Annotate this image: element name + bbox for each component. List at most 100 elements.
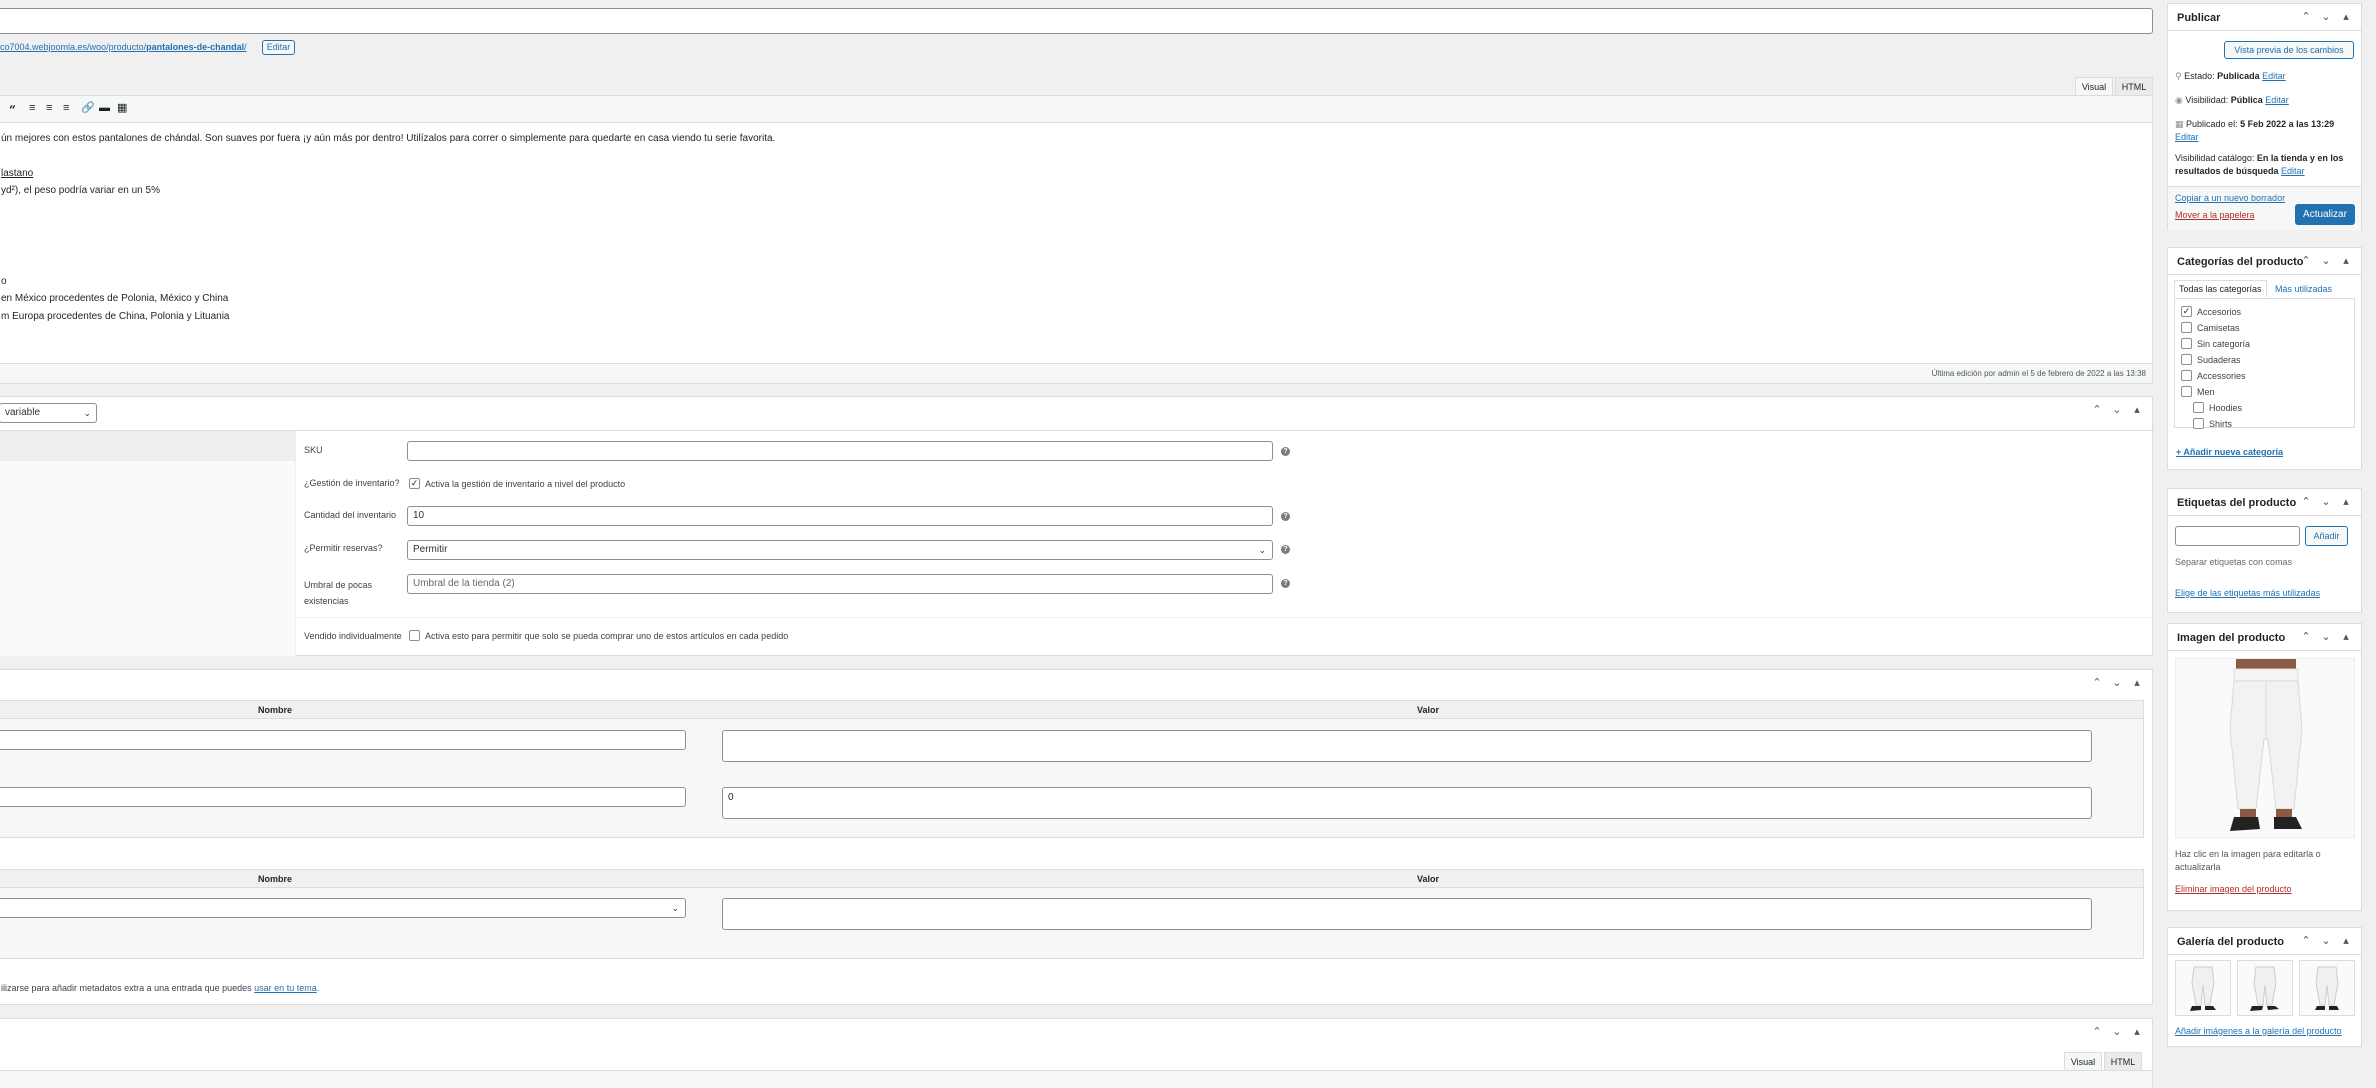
help-icon[interactable]: ? [1281, 512, 1290, 521]
trash-link[interactable]: Mover a la papelera [2175, 210, 2255, 220]
tab-most-used[interactable]: Más utilizadas [2275, 284, 2332, 294]
date-edit-link[interactable]: Editar [2175, 132, 2199, 142]
move-down-icon[interactable]: ⌄ [2319, 254, 2333, 267]
editor-line-3[interactable]: yd²), el peso podría variar en un 5% [1, 185, 160, 196]
category-checkbox[interactable]: ✓ [2181, 306, 2192, 317]
move-down-icon[interactable]: ⌄ [2110, 676, 2124, 689]
move-up-icon[interactable]: ⌃ [2090, 403, 2104, 416]
sku-input[interactable] [407, 441, 1273, 461]
sold-individually-checkbox[interactable] [409, 630, 420, 641]
move-down-icon[interactable]: ⌄ [2110, 403, 2124, 416]
help-icon[interactable]: ? [1281, 545, 1290, 554]
preview-changes-button[interactable]: Vista previa de los cambios [2224, 41, 2354, 59]
blockquote-icon[interactable]: “ [9, 103, 16, 117]
low-stock-input[interactable]: Umbral de la tienda (2) [407, 574, 1273, 594]
move-down-icon[interactable]: ⌄ [2319, 934, 2333, 947]
permalink-edit-button[interactable]: Editar [262, 40, 295, 55]
manage-stock-checkbox[interactable]: ✓ [409, 478, 420, 489]
catalog-edit-link[interactable]: Editar [2281, 166, 2305, 176]
custom-field-key-select[interactable]: ⌄ [0, 898, 686, 918]
link-icon[interactable]: 🔗 [81, 101, 95, 114]
content-editor: “ ≡ ≡ ≡ 🔗 ▬ ▦ ún mejores con estos panta… [0, 95, 2153, 384]
align-left-icon[interactable]: ≡ [29, 102, 35, 114]
product-image[interactable] [2175, 658, 2355, 838]
short-desc-tab-html[interactable]: HTML [2104, 1052, 2142, 1070]
category-checkbox[interactable] [2181, 354, 2192, 365]
custom-field-value-textarea[interactable] [722, 730, 2092, 762]
toolbar-toggle-icon[interactable]: ▦ [117, 101, 127, 114]
move-up-icon[interactable]: ⌃ [2299, 10, 2313, 23]
stock-qty-input[interactable]: 10 [407, 506, 1273, 526]
collapse-icon[interactable]: ▴ [2130, 403, 2144, 416]
category-checkbox[interactable] [2193, 402, 2204, 413]
add-gallery-images-link[interactable]: Añadir imágenes a la galería del product… [2175, 1026, 2342, 1036]
short-desc-tab-visual[interactable]: Visual [2064, 1052, 2102, 1070]
choose-tags-link[interactable]: Elige de las etiquetas más utilizadas [2175, 588, 2320, 598]
move-up-icon[interactable]: ⌃ [2299, 254, 2313, 267]
collapse-icon[interactable]: ▴ [2130, 1025, 2144, 1038]
status-row: ⚲ Estado: Publicada Editar [2175, 71, 2286, 81]
help-icon[interactable]: ? [1281, 579, 1290, 588]
move-up-icon[interactable]: ⌃ [2090, 676, 2104, 689]
collapse-icon[interactable]: ▴ [2130, 676, 2144, 689]
collapse-icon[interactable]: ▴ [2339, 934, 2353, 947]
tab-all-categories[interactable]: Todas las categorías [2174, 280, 2267, 297]
move-up-icon[interactable]: ⌃ [2299, 495, 2313, 508]
add-tag-button[interactable]: Añadir [2305, 526, 2348, 546]
editor-tab-html[interactable]: HTML [2115, 77, 2153, 95]
editor-line-1[interactable]: ún mejores con estos pantalones de chánd… [1, 133, 775, 144]
new-tag-input[interactable] [2175, 526, 2300, 546]
move-up-icon[interactable]: ⌃ [2090, 1025, 2104, 1038]
category-checkbox[interactable] [2181, 370, 2192, 381]
product-type-select[interactable]: variable ⌄ [0, 403, 97, 423]
collapse-icon[interactable]: ▴ [2339, 254, 2353, 267]
gallery-thumbnail[interactable] [2175, 960, 2231, 1016]
categories-box: Categorías del producto ⌃ ⌄ ▴ Todas las … [2167, 247, 2362, 470]
permalink-link[interactable]: co7004.webjoomla.es/woo/producto/pantalo… [0, 42, 247, 52]
category-checkbox[interactable] [2181, 322, 2192, 333]
align-center-icon[interactable]: ≡ [46, 102, 52, 114]
category-checkbox[interactable] [2181, 338, 2192, 349]
move-down-icon[interactable]: ⌄ [2319, 630, 2333, 643]
editor-line-4[interactable]: o [1, 276, 7, 287]
category-checkbox[interactable] [2181, 386, 2192, 397]
read-more-icon[interactable]: ▬ [99, 102, 110, 114]
custom-field-new-value[interactable] [722, 898, 2092, 930]
editor-line-2[interactable]: lastano [1, 168, 33, 179]
move-down-icon[interactable]: ⌄ [2110, 1025, 2124, 1038]
published-date-row: ▦ Publicado el: 5 Feb 2022 a las 13:29 E… [2175, 119, 2335, 142]
gallery-thumbnail[interactable] [2237, 960, 2293, 1016]
chevron-down-icon: ⌄ [83, 408, 91, 418]
align-right-icon[interactable]: ≡ [63, 102, 69, 114]
move-down-icon[interactable]: ⌄ [2319, 10, 2333, 23]
backorders-select[interactable]: Permitir ⌄ [407, 540, 1273, 560]
pin-icon: ⚲ [2175, 71, 2182, 81]
collapse-icon[interactable]: ▴ [2339, 630, 2353, 643]
custom-fields-table: Nombre Valor 0 [0, 700, 2144, 838]
editor-line-5[interactable]: en México procedentes de Polonia, México… [1, 293, 228, 304]
add-new-category-link[interactable]: + Añadir nueva categoría [2176, 447, 2283, 457]
tab-inventory-active[interactable] [0, 431, 296, 461]
move-up-icon[interactable]: ⌃ [2299, 630, 2313, 643]
collapse-icon[interactable]: ▴ [2339, 10, 2353, 23]
editor-line-6[interactable]: m Europa procedentes de China, Polonia y… [1, 311, 229, 322]
status-edit-link[interactable]: Editar [2262, 71, 2286, 81]
short-description-controls: ⌃ ⌄ ▴ [2090, 1025, 2144, 1038]
visibility-edit-link[interactable]: Editar [2265, 95, 2289, 105]
collapse-icon[interactable]: ▴ [2339, 495, 2353, 508]
remove-image-link[interactable]: Eliminar imagen del producto [2175, 884, 2292, 894]
move-up-icon[interactable]: ⌃ [2299, 934, 2313, 947]
gallery-thumbnail[interactable] [2299, 960, 2355, 1016]
help-icon[interactable]: ? [1281, 447, 1290, 456]
category-checkbox[interactable] [2193, 418, 2204, 429]
product-title-input[interactable] [0, 8, 2153, 34]
custom-field-value-textarea[interactable]: 0 [722, 787, 2092, 819]
editor-tab-visual[interactable]: Visual [2075, 77, 2113, 95]
custom-field-name-input[interactable] [0, 730, 686, 750]
move-down-icon[interactable]: ⌄ [2319, 495, 2333, 508]
calendar-icon: ▦ [2175, 119, 2184, 129]
custom-field-name-input[interactable] [0, 787, 686, 807]
use-in-theme-link[interactable]: usar en tu tema [254, 983, 317, 993]
copy-draft-link[interactable]: Copiar a un nuevo borrador [2175, 193, 2285, 203]
update-button[interactable]: Actualizar [2295, 204, 2355, 225]
